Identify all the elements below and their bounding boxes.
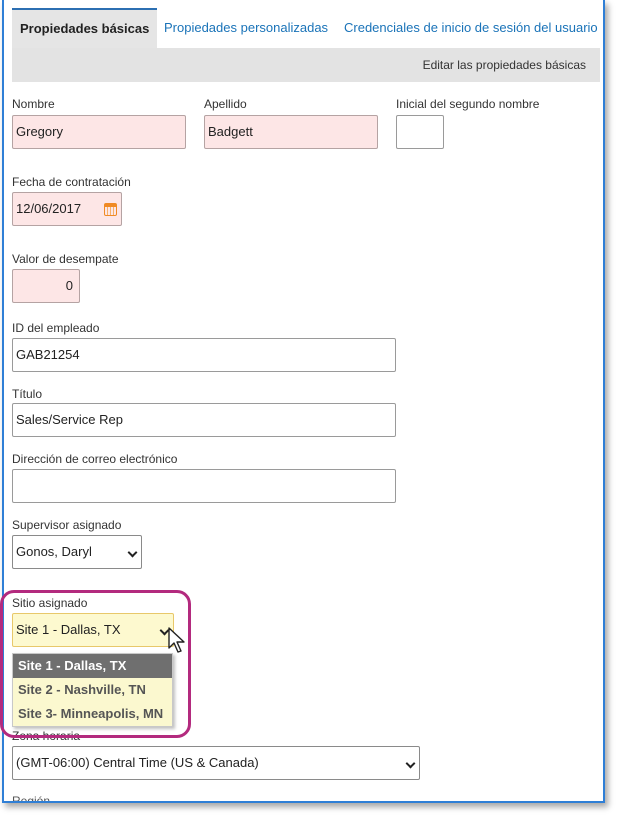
employee-id-input[interactable]: GAB21254: [12, 338, 396, 372]
tab-basic-properties[interactable]: Propiedades básicas: [12, 8, 158, 48]
tiebreaker-input[interactable]: 0: [12, 269, 80, 303]
title-label: Título: [12, 387, 43, 401]
site-option-1[interactable]: Site 1 - Dallas, TX: [13, 654, 172, 678]
supervisor-select[interactable]: Gonos, Daryl: [12, 535, 142, 569]
hire-date-value: 12/06/2017: [16, 201, 82, 216]
middle-initial-input[interactable]: [396, 115, 444, 149]
site-label: Sitio asignado: [12, 596, 88, 610]
email-input[interactable]: [12, 469, 396, 503]
site-option-2[interactable]: Site 2 - Nashville, TN: [13, 678, 172, 702]
tab-bar: Propiedades básicas Propiedades personal…: [4, 0, 603, 48]
timezone-value: (GMT-06:00) Central Time (US & Canada): [16, 755, 259, 770]
region-label: Región: [12, 794, 51, 803]
title-input[interactable]: Sales/Service Rep: [12, 403, 396, 437]
action-bar: Editar las propiedades básicas: [12, 48, 600, 82]
timezone-select[interactable]: (GMT-06:00) Central Time (US & Canada): [12, 746, 420, 780]
employee-properties-panel: Propiedades básicas Propiedades personal…: [2, 0, 605, 803]
tab-custom-properties[interactable]: Propiedades personalizadas: [164, 8, 328, 48]
site-select[interactable]: Site 1 - Dallas, TX: [12, 613, 174, 647]
timezone-label: Zona horaria: [12, 729, 81, 743]
chevron-down-icon: [405, 758, 416, 769]
calendar-icon[interactable]: [104, 203, 117, 216]
supervisor-label: Supervisor asignado: [12, 518, 122, 532]
site-value: Site 1 - Dallas, TX: [16, 622, 121, 637]
last-name-input[interactable]: Badgett: [204, 115, 378, 149]
tiebreaker-label: Valor de desempate: [12, 252, 119, 266]
first-name-input[interactable]: Gregory: [12, 115, 186, 149]
mouse-cursor-icon: [168, 627, 185, 653]
last-name-label: Apellido: [204, 97, 247, 111]
site-option-3[interactable]: Site 3- Minneapolis, MN: [13, 702, 172, 726]
hire-date-input[interactable]: 12/06/2017: [12, 192, 122, 226]
first-name-label: Nombre: [12, 97, 55, 111]
email-label: Dirección de correo electrónico: [12, 452, 178, 466]
supervisor-value: Gonos, Daryl: [16, 544, 92, 559]
tab-login-credentials[interactable]: Credenciales de inicio de sesión del usu…: [344, 8, 598, 48]
chevron-down-icon: [127, 547, 138, 558]
hire-date-label: Fecha de contratación: [12, 175, 131, 189]
edit-basic-properties-link[interactable]: Editar las propiedades básicas: [423, 58, 586, 72]
middle-initial-label: Inicial del segundo nombre: [396, 97, 540, 111]
employee-id-label: ID del empleado: [12, 321, 100, 335]
site-dropdown-list: Site 1 - Dallas, TX Site 2 - Nashville, …: [12, 653, 173, 727]
